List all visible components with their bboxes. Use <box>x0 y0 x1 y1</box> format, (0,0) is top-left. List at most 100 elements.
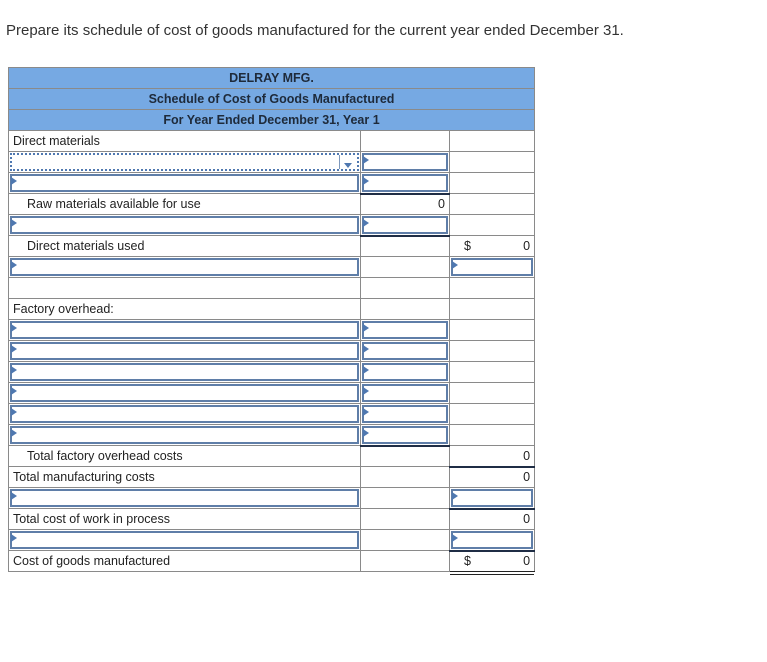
amount-input[interactable] <box>364 155 446 169</box>
label-input-box[interactable] <box>10 174 359 192</box>
label-cell: Factory overhead: <box>8 298 361 320</box>
input-cell <box>360 172 450 195</box>
direct-materials-used-value: 0 <box>523 239 531 253</box>
label-input-box[interactable] <box>10 531 359 549</box>
value-cell: $0 <box>448 550 536 575</box>
empty-cell <box>448 130 536 152</box>
input-cell <box>360 340 450 362</box>
amount-input[interactable] <box>364 176 446 190</box>
label-input[interactable] <box>12 491 357 505</box>
empty-cell <box>448 277 536 299</box>
table-row: Direct materials <box>8 130 536 152</box>
input-cell <box>8 382 361 404</box>
table-row <box>8 487 536 510</box>
empty-cell <box>8 277 361 299</box>
input-cell <box>8 529 361 551</box>
overhead-amount-input[interactable] <box>364 428 446 442</box>
table-row: Total cost of work in process 0 <box>8 508 536 530</box>
overhead-amount-input-box[interactable] <box>362 426 448 444</box>
schedule-period: For Year Ended December 31, Year 1 <box>7 109 536 131</box>
raw-materials-available-label: Raw materials available for use <box>27 197 201 211</box>
table-row <box>8 361 536 383</box>
empty-cell <box>448 382 536 404</box>
empty-cell <box>448 424 536 446</box>
overhead-label-input[interactable] <box>12 323 357 337</box>
empty-cell <box>448 298 536 320</box>
label-input-box[interactable] <box>10 258 359 276</box>
chevron-down-icon <box>344 163 352 168</box>
input-cell <box>8 256 361 278</box>
label-cell: Total factory overhead costs <box>8 445 361 467</box>
overhead-label-input-box[interactable] <box>10 384 359 402</box>
table-row <box>8 319 536 341</box>
table-row <box>8 382 536 404</box>
cogm-schedule-table: DELRAY MFG. Schedule of Cost of Goods Ma… <box>7 67 536 575</box>
label-input-box[interactable] <box>10 216 359 234</box>
label-cell: Direct materials used <box>8 235 361 257</box>
overhead-label-input-box[interactable] <box>10 426 359 444</box>
overhead-label-input-box[interactable] <box>10 405 359 423</box>
input-cell <box>8 424 361 446</box>
dropdown-button[interactable] <box>339 155 357 169</box>
amount-input-box[interactable] <box>362 216 448 234</box>
overhead-label-input[interactable] <box>12 344 357 358</box>
total-factory-overhead-value: 0 <box>523 448 531 463</box>
overhead-amount-input-box[interactable] <box>362 405 448 423</box>
header-row-company: DELRAY MFG. <box>7 67 536 89</box>
schedule-title: Schedule of Cost of Goods Manufactured <box>7 88 536 110</box>
empty-cell <box>448 172 536 194</box>
label-cell: Cost of goods manufactured <box>8 550 361 572</box>
overhead-amount-input[interactable] <box>364 344 446 358</box>
cogm-value: 0 <box>523 554 531 569</box>
table-row: Total manufacturing costs 0 <box>8 466 536 488</box>
overhead-label-input[interactable] <box>12 365 357 379</box>
overhead-label-input-box[interactable] <box>10 342 359 360</box>
overhead-label-input-box[interactable] <box>10 321 359 339</box>
company-name: DELRAY MFG. <box>7 67 536 89</box>
input-cell <box>360 403 450 425</box>
label-input[interactable] <box>12 176 357 190</box>
empty-cell <box>360 529 450 551</box>
amount-input-box[interactable] <box>451 258 534 276</box>
label-input-box[interactable] <box>10 489 359 507</box>
header-row-title: Schedule of Cost of Goods Manufactured <box>7 88 536 110</box>
table-row <box>8 172 536 195</box>
overhead-amount-input[interactable] <box>364 323 446 337</box>
input-cell <box>8 340 361 362</box>
overhead-amount-input[interactable] <box>364 365 446 379</box>
overhead-label-input[interactable] <box>12 407 357 421</box>
overhead-amount-input[interactable] <box>364 407 446 421</box>
overhead-label-input[interactable] <box>12 386 357 400</box>
label-input[interactable] <box>12 533 357 547</box>
total-wip-label: Total cost of work in process <box>13 512 171 526</box>
label-input[interactable] <box>12 260 357 274</box>
amount-input-box[interactable] <box>451 489 534 507</box>
overhead-amount-input-box[interactable] <box>362 321 448 339</box>
overhead-amount-input[interactable] <box>364 386 446 400</box>
amount-input[interactable] <box>453 260 532 274</box>
overhead-label-input[interactable] <box>12 428 357 442</box>
amount-input-box[interactable] <box>362 153 448 171</box>
empty-cell <box>360 466 450 488</box>
overhead-amount-input-box[interactable] <box>362 342 448 360</box>
input-cell <box>448 256 536 278</box>
amount-input[interactable] <box>453 533 532 547</box>
empty-cell <box>360 256 450 278</box>
account-dropdown[interactable] <box>10 153 359 171</box>
amount-input-box[interactable] <box>362 174 448 192</box>
table-row <box>8 277 536 299</box>
amount-input[interactable] <box>453 491 532 505</box>
total-manufacturing-label: Total manufacturing costs <box>13 470 155 484</box>
input-cell <box>360 319 450 341</box>
input-cell <box>360 151 450 173</box>
empty-cell <box>448 361 536 383</box>
overhead-amount-input-box[interactable] <box>362 363 448 381</box>
cogm-label: Cost of goods manufactured <box>13 554 171 568</box>
amount-input-box[interactable] <box>451 531 534 549</box>
overhead-amount-input-box[interactable] <box>362 384 448 402</box>
value-cell: 0 <box>448 466 536 488</box>
input-cell <box>8 487 361 509</box>
label-input[interactable] <box>12 218 357 232</box>
amount-input[interactable] <box>364 218 446 232</box>
overhead-label-input-box[interactable] <box>10 363 359 381</box>
